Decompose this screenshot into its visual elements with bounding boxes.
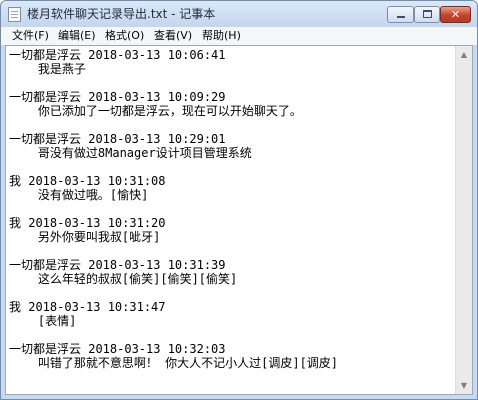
notepad-icon[interactable] — [8, 7, 21, 22]
title-bar[interactable]: 楼月软件聊天记录导出.txt - 记事本 ✕ — [1, 1, 477, 27]
close-icon: ✕ — [450, 8, 461, 21]
text-line: 我 2018-03-13 10:31:20 — [9, 216, 166, 230]
maximize-button[interactable] — [414, 6, 440, 23]
maximize-icon — [423, 10, 432, 18]
text-line — [9, 244, 455, 258]
text-line — [9, 76, 455, 90]
scroll-up-arrow-icon[interactable]: ▲ — [456, 46, 472, 63]
menu-edit[interactable]: 编辑(E) — [58, 29, 96, 43]
document-text[interactable]: 一切都是浮云 2018-03-13 10:06:41 我是燕子一切都是浮云 20… — [9, 48, 455, 370]
text-line — [9, 202, 455, 216]
text-line — [9, 118, 455, 132]
minimize-button[interactable] — [387, 6, 414, 23]
text-line: 一切都是浮云 2018-03-13 10:06:41 — [9, 48, 226, 62]
window-title: 楼月软件聊天记录导出.txt - 记事本 — [27, 7, 216, 21]
text-line — [9, 328, 455, 342]
menu-bar: 文件(F) 编辑(E) 格式(O) 查看(V) 帮助(H) — [1, 27, 477, 45]
menu-format[interactable]: 格式(O) — [105, 29, 144, 43]
text-line: 一切都是浮云 2018-03-13 10:09:29 — [9, 90, 226, 104]
menu-help[interactable]: 帮助(H) — [202, 29, 241, 43]
text-line: 一切都是浮云 2018-03-13 10:32:03 — [9, 342, 226, 356]
text-line: 另外你要叫我叔[呲牙] — [9, 230, 161, 244]
text-line: 你已添加了一切都是浮云，现在可以开始聊天了。 — [9, 104, 302, 118]
close-button[interactable]: ✕ — [440, 6, 471, 23]
text-line: 这么年轻的叔叔[偷笑][偷笑][偷笑] — [9, 272, 238, 286]
text-line — [9, 286, 455, 300]
text-line: [表情] — [9, 314, 77, 328]
scroll-down-arrow-icon[interactable]: ▼ — [456, 377, 472, 394]
menu-view[interactable]: 查看(V) — [154, 29, 192, 43]
text-line: 我 2018-03-13 10:31:08 — [9, 174, 166, 188]
text-line: 没有做过哦。[愉快] — [9, 188, 149, 202]
vertical-scrollbar[interactable]: ▲ ▼ — [455, 46, 472, 394]
text-line — [9, 160, 455, 174]
text-line: 一切都是浮云 2018-03-13 10:31:39 — [9, 258, 226, 272]
text-line: 叫错了那就不意思啊！ 你大人不记小人过[调皮][调皮] — [9, 356, 339, 370]
notepad-window: 楼月软件聊天记录导出.txt - 记事本 ✕ 文件(F) 编辑(E) 格式(O)… — [0, 0, 478, 400]
text-editor[interactable]: 一切都是浮云 2018-03-13 10:06:41 我是燕子一切都是浮云 20… — [5, 45, 473, 395]
minimize-icon — [397, 16, 405, 18]
text-line: 一切都是浮云 2018-03-13 10:29:01 — [9, 132, 226, 146]
menu-file[interactable]: 文件(F) — [12, 29, 49, 43]
text-line: 哥没有做过8Manager设计项目管理系统 — [9, 146, 252, 160]
text-line: 我 2018-03-13 10:31:47 — [9, 300, 166, 314]
text-line: 我是燕子 — [9, 62, 86, 76]
